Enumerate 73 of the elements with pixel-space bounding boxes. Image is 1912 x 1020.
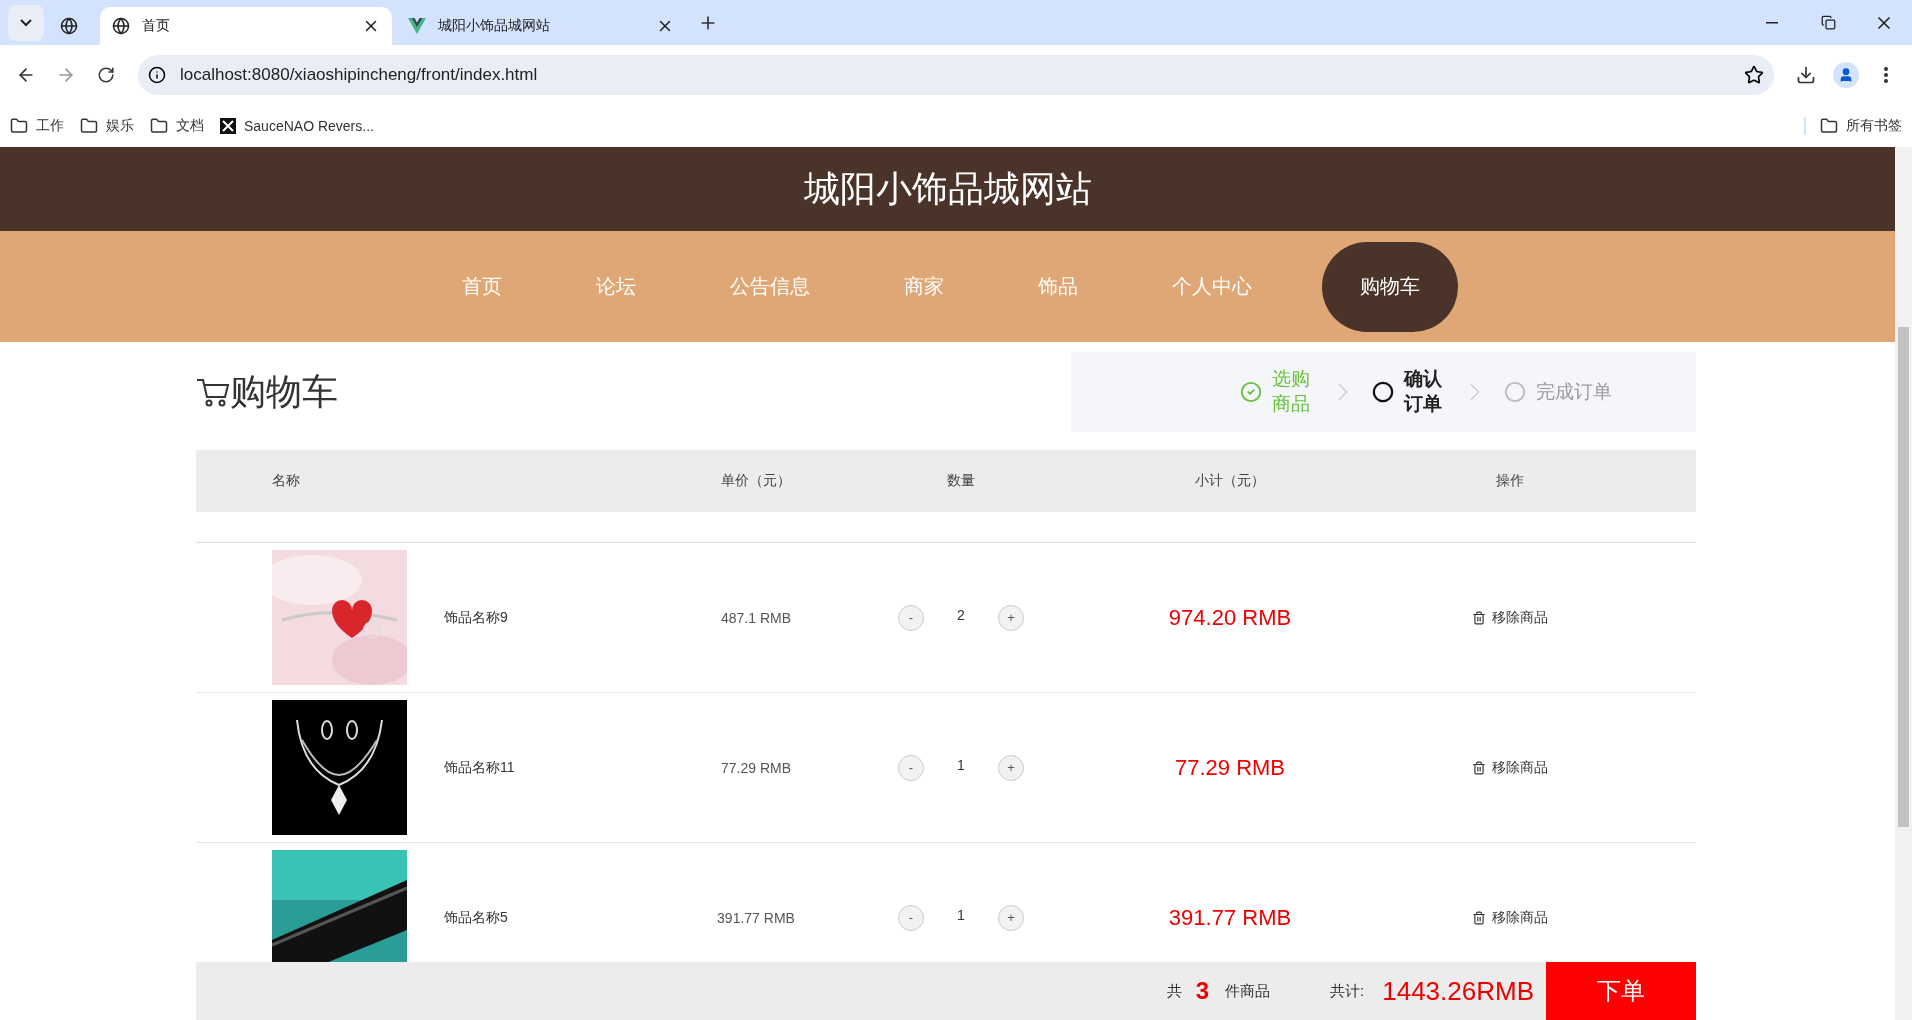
page-title: 购物车 — [230, 369, 338, 414]
cart-icon — [196, 377, 230, 407]
download-icon — [1796, 65, 1816, 85]
chevron-down-icon — [20, 18, 32, 27]
trash-icon — [1472, 910, 1486, 925]
subtotal: 77.29 RMB — [1174, 754, 1286, 781]
folder-icon — [80, 117, 98, 135]
product-name: 饰品名称9 — [444, 608, 508, 627]
globe-icon — [60, 17, 78, 35]
increment-button[interactable]: + — [998, 604, 1024, 631]
address-bar[interactable]: localhost:8080/xiaoshipincheng/front/index.html — [138, 55, 1774, 95]
unit-price: 391.77 RMB — [717, 909, 795, 926]
subtotal: 974.20 RMB — [1168, 604, 1292, 631]
circle-icon — [1372, 381, 1394, 403]
x-box-icon — [220, 118, 236, 134]
reload-icon — [97, 66, 115, 84]
circle-icon — [1504, 381, 1526, 403]
check-circle-icon — [1240, 381, 1262, 403]
bookmark[interactable]: SauceNAO Revers... — [220, 118, 374, 134]
column-header: 名称 — [271, 472, 300, 490]
increment-button[interactable]: + — [998, 754, 1024, 781]
menu-icon — [1884, 67, 1888, 83]
browser-tab[interactable]: 城阳小饰品城网站 — [396, 7, 686, 45]
trash-icon — [1472, 760, 1486, 775]
trash-icon — [1472, 610, 1486, 625]
step: 选购商品 — [1240, 367, 1314, 417]
product-name: 饰品名称5 — [444, 908, 508, 927]
step: 确认订单 — [1372, 367, 1446, 417]
unit-price: 77.29 RMB — [720, 759, 791, 776]
remove-link[interactable]: 移除商品 — [1472, 608, 1548, 627]
globe-icon — [112, 17, 130, 35]
count-label: 共 — [1166, 981, 1182, 1001]
folder-icon — [150, 117, 168, 135]
bookmark[interactable]: 娱乐 — [80, 117, 134, 135]
quantity-value: 1 — [956, 906, 966, 923]
nav-link[interactable]: 购物车 — [1321, 241, 1458, 332]
bookmark-star-icon[interactable] — [1744, 65, 1764, 85]
url-text: localhost:8080/xiaoshipincheng/front/index.html — [180, 65, 539, 85]
avatar-icon — [1833, 62, 1859, 88]
remove-link[interactable]: 移除商品 — [1472, 908, 1548, 927]
column-header: 单价（元） — [721, 472, 791, 490]
tab-search-button[interactable] — [8, 4, 44, 41]
minimize-icon — [1766, 21, 1778, 24]
increment-button[interactable]: + — [998, 904, 1024, 931]
remove-link[interactable]: 移除商品 — [1472, 758, 1548, 777]
quantity-value: 1 — [956, 756, 966, 773]
all-bookmarks[interactable]: 所有书签 — [1804, 117, 1902, 135]
decrement-button[interactable]: - — [898, 904, 924, 931]
bookmark[interactable]: 文档 — [150, 117, 204, 135]
folder-icon — [1820, 117, 1838, 135]
unit-price: 487.1 RMB — [720, 609, 791, 626]
folder-icon — [10, 117, 28, 135]
site-title: 城阳小饰品城网站 — [803, 166, 1092, 211]
restore-icon — [1820, 15, 1836, 30]
column-header: 小计（元） — [1195, 472, 1265, 490]
order-button[interactable]: 下单 — [1546, 962, 1696, 1020]
decrement-button[interactable]: - — [898, 604, 924, 631]
v-logo-icon — [408, 18, 426, 34]
count-label: 件商品 — [1225, 981, 1271, 1001]
info-icon[interactable] — [148, 66, 166, 84]
browser-tab[interactable]: 首页 — [100, 7, 392, 45]
total-label: 共计: — [1330, 981, 1365, 1001]
scrollbar[interactable] — [1895, 147, 1912, 1020]
decrement-button[interactable]: - — [898, 754, 924, 781]
step: 完成订单 — [1504, 379, 1636, 405]
bookmark[interactable]: 工作 — [10, 117, 64, 135]
quantity-value: 2 — [956, 606, 966, 623]
product-name: 饰品名称11 — [444, 758, 515, 777]
subtotal: 391.77 RMB — [1168, 904, 1292, 931]
total-amount: 1443.26RMB — [1382, 975, 1534, 1007]
item-count: 3 — [1195, 977, 1210, 1005]
column-header: 操作 — [1496, 472, 1524, 490]
column-header: 数量 — [947, 472, 975, 490]
